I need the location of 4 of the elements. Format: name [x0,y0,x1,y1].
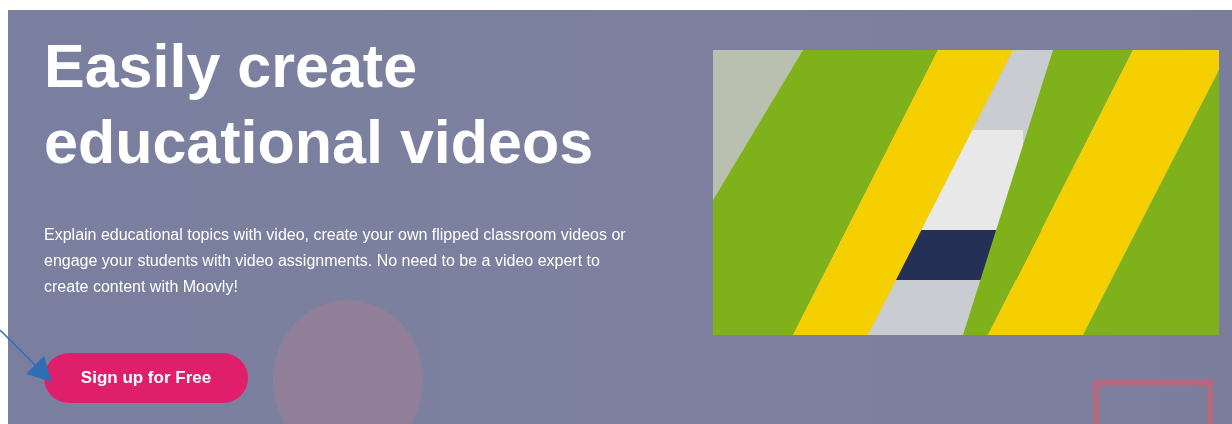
hero-title: Easily create educational videos [44,31,595,178]
video-thumbnail[interactable] [713,50,1219,335]
hero-description: Explain educational topics with video, create your own flipped classroom videos or engage your students with video assignments. No need to be a video expert to create content with Moovly! [44,225,627,297]
sign-up-button[interactable]: Sign up for Free [44,353,248,403]
